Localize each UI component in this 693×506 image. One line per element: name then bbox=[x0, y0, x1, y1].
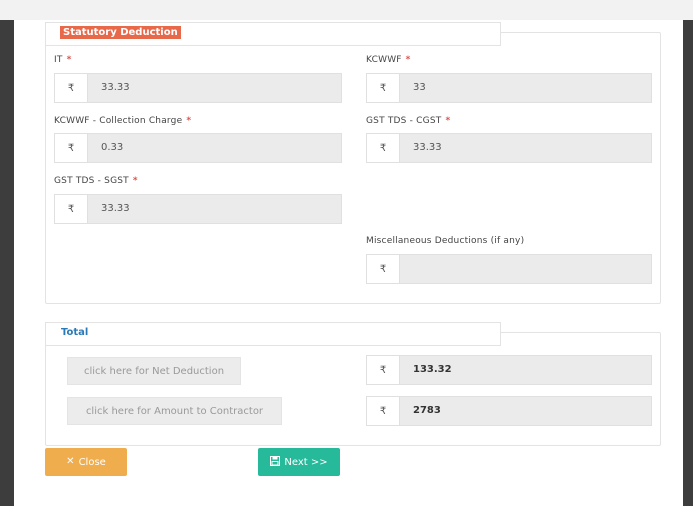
backdrop-right bbox=[683, 20, 693, 506]
gst-sgst-label: GST TDS - SGST * bbox=[54, 176, 138, 186]
gst-cgst-label: GST TDS - CGST * bbox=[366, 116, 451, 126]
modal-dialog: Statutory Deduction IT * ₹ 33.33 KCWWF * ₹… bbox=[14, 20, 683, 506]
misc-deductions-input[interactable]: ₹ bbox=[366, 254, 652, 284]
next-button-label: Next >> bbox=[284, 456, 328, 468]
it-input[interactable]: ₹ 33.33 bbox=[54, 73, 342, 103]
total-legend-box bbox=[45, 322, 501, 346]
rupee-icon: ₹ bbox=[367, 356, 400, 384]
it-value: 33.33 bbox=[101, 82, 130, 93]
gst-sgst-value: 33.33 bbox=[101, 203, 130, 214]
net-deduction-input[interactable]: ₹ 133.32 bbox=[366, 355, 652, 385]
rupee-icon: ₹ bbox=[367, 255, 400, 283]
amount-contractor-value: 2783 bbox=[413, 405, 441, 416]
misc-deductions-label: Miscellaneous Deductions (if any) bbox=[366, 236, 525, 246]
rupee-icon: ₹ bbox=[55, 74, 88, 102]
gst-cgst-value: 33.33 bbox=[413, 142, 442, 153]
rupee-icon: ₹ bbox=[55, 134, 88, 162]
gst-sgst-input[interactable]: ₹ 33.33 bbox=[54, 194, 342, 224]
amount-contractor-button[interactable]: click here for Amount to Contractor bbox=[67, 397, 282, 425]
save-icon bbox=[270, 455, 281, 469]
close-button[interactable]: ✕ Close bbox=[45, 448, 127, 476]
statutory-deduction-legend: Statutory Deduction bbox=[60, 26, 181, 39]
kcwwf-value: 33 bbox=[413, 82, 426, 93]
rupee-icon: ₹ bbox=[367, 134, 400, 162]
net-deduction-value: 133.32 bbox=[413, 364, 452, 375]
kcwwf-collection-value: 0.33 bbox=[101, 142, 124, 153]
next-button[interactable]: Next >> bbox=[258, 448, 340, 476]
rupee-icon: ₹ bbox=[367, 74, 400, 102]
kcwwf-label: KCWWF * bbox=[366, 55, 411, 65]
rupee-icon: ₹ bbox=[55, 195, 88, 223]
rupee-icon: ₹ bbox=[367, 397, 400, 425]
kcwwf-collection-label: KCWWF - Collection Charge * bbox=[54, 116, 192, 126]
top-strip bbox=[0, 0, 693, 20]
amount-contractor-input[interactable]: ₹ 2783 bbox=[366, 396, 652, 426]
total-legend: Total bbox=[61, 327, 89, 338]
kcwwf-collection-input[interactable]: ₹ 0.33 bbox=[54, 133, 342, 163]
net-deduction-button[interactable]: click here for Net Deduction bbox=[67, 357, 241, 385]
backdrop-left bbox=[0, 20, 14, 506]
it-label: IT * bbox=[54, 55, 72, 65]
close-button-label: Close bbox=[78, 456, 106, 468]
kcwwf-input[interactable]: ₹ 33 bbox=[366, 73, 652, 103]
total-section bbox=[45, 332, 661, 446]
gst-cgst-input[interactable]: ₹ 33.33 bbox=[366, 133, 652, 163]
times-icon: ✕ bbox=[66, 456, 75, 467]
